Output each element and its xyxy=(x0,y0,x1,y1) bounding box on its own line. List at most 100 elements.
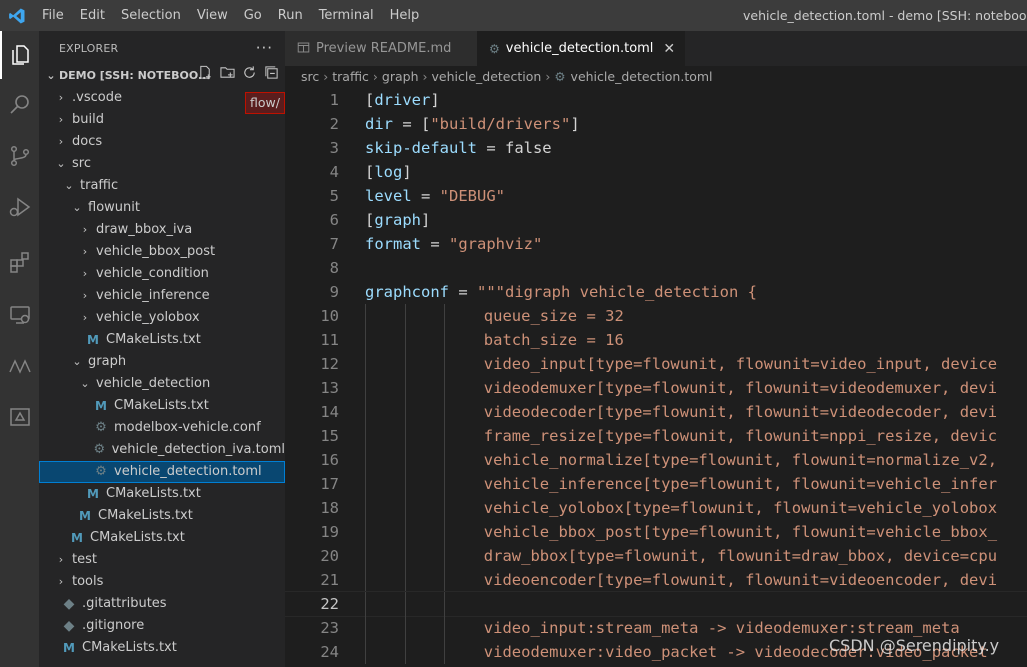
indent-guide xyxy=(444,592,446,616)
menu-terminal[interactable]: Terminal xyxy=(311,0,382,31)
tree-file[interactable]: M CMakeLists.txt xyxy=(39,329,285,351)
code-line[interactable]: 16 vehicle_normalize[type=flowunit, flowu… xyxy=(285,448,1027,472)
indent-guide xyxy=(444,640,446,664)
tree-file[interactable]: M CMakeLists.txt xyxy=(39,395,285,417)
tree-folder[interactable]: › draw_bbox_iva xyxy=(39,219,285,241)
tree-folder[interactable]: ⌄ graph xyxy=(39,351,285,373)
more-actions-icon[interactable]: ··· xyxy=(256,39,273,57)
gear-icon: ⚙ xyxy=(554,69,566,84)
explorer-icon[interactable] xyxy=(0,31,39,79)
tree-file[interactable]: ◆ .gitattributes xyxy=(39,593,285,615)
tree-file[interactable]: ⚙ vehicle_detection.toml xyxy=(39,461,285,483)
new-file-icon[interactable] xyxy=(198,65,213,88)
code-line[interactable]: 8 xyxy=(285,256,1027,280)
tree-item-label: CMakeLists.txt xyxy=(114,398,209,413)
code-token: = xyxy=(411,187,440,205)
code-line[interactable]: 19 vehicle_bbox_post[type=flowunit, flowu… xyxy=(285,520,1027,544)
chevron-right-icon: › xyxy=(82,245,88,258)
menu-go[interactable]: Go xyxy=(236,0,270,31)
tree-folder[interactable]: ⌄ flowunit xyxy=(39,197,285,219)
explorer-title: EXPLORER xyxy=(59,41,119,55)
indent-guide xyxy=(444,304,446,328)
refresh-icon[interactable] xyxy=(242,65,257,88)
menu-edit[interactable]: Edit xyxy=(72,0,113,31)
search-icon[interactable] xyxy=(0,81,39,129)
code-line[interactable]: 10 queue_size = 32 xyxy=(285,304,1027,328)
chevron-right-icon: › xyxy=(82,289,88,302)
code-line[interactable]: 11 batch_size = 16 xyxy=(285,328,1027,352)
tree-folder[interactable]: ⌄ vehicle_detection xyxy=(39,373,285,395)
menu-file[interactable]: File xyxy=(34,0,72,31)
breadcrumb-item[interactable]: vehicle_detection xyxy=(432,69,542,84)
code-line[interactable]: 14 videodecoder[type=flowunit, flowunit=v… xyxy=(285,400,1027,424)
tab-label: Preview README.md xyxy=(316,41,452,56)
tab-preview-readme[interactable]: Preview README.md xyxy=(285,31,477,66)
run-debug-icon[interactable] xyxy=(0,183,39,231)
source-control-icon[interactable] xyxy=(0,132,39,180)
menu-view[interactable]: View xyxy=(189,0,236,31)
breadcrumb-item[interactable]: vehicle_detection.toml xyxy=(571,69,713,84)
extensions-icon[interactable] xyxy=(0,238,39,286)
code-line[interactable]: 17 vehicle_inference[type=flowunit, flowu… xyxy=(285,472,1027,496)
code-token: = xyxy=(449,283,477,301)
menu-help[interactable]: Help xyxy=(382,0,428,31)
close-icon[interactable]: ✕ xyxy=(663,41,675,57)
line-number: 2 xyxy=(329,115,339,133)
menu-selection[interactable]: Selection xyxy=(113,0,189,31)
tree-folder[interactable]: › tools xyxy=(39,571,285,593)
tree-folder[interactable]: › vehicle_yolobox xyxy=(39,307,285,329)
collapse-all-icon[interactable] xyxy=(264,65,279,88)
code-text: video_input[type=flowunit, flowunit=vide… xyxy=(484,352,997,376)
tree-item-label: vehicle_condition xyxy=(96,266,209,281)
tree-folder[interactable]: ⌄ traffic xyxy=(39,175,285,197)
code-text: format = "graphviz" xyxy=(365,232,542,256)
code-line[interactable]: 6 [graph] xyxy=(285,208,1027,232)
chevron-right-icon: › xyxy=(82,311,88,324)
remote-explorer-icon[interactable] xyxy=(0,291,39,339)
workspace-section-header[interactable]: ⌄ DEMO [SSH: NOTEBOO... xyxy=(39,65,285,87)
code-token: [ xyxy=(365,91,375,109)
tree-folder[interactable]: › vehicle_condition xyxy=(39,263,285,285)
breadcrumb-item[interactable]: src xyxy=(301,69,319,84)
code-line[interactable]: 13 videodemuxer[type=flowunit, flowunit=v… xyxy=(285,376,1027,400)
new-folder-icon[interactable] xyxy=(220,65,235,88)
code-line[interactable]: 1 [driver] xyxy=(285,88,1027,112)
menu-run[interactable]: Run xyxy=(270,0,311,31)
tab-vehicle-detection-toml[interactable]: ⚙ vehicle_detection.toml ✕ xyxy=(477,31,686,66)
tree-folder[interactable]: › docs xyxy=(39,131,285,153)
modelbox-icon[interactable] xyxy=(0,342,39,390)
tree-file[interactable]: M CMakeLists.txt xyxy=(39,483,285,505)
code-token: graphconf xyxy=(365,283,449,301)
code-line[interactable]: 15 frame_resize[type=flowunit, flowunit=n… xyxy=(285,424,1027,448)
indent-guide xyxy=(365,448,366,472)
code-line[interactable]: 20 draw_bbox[type=flowunit, flowunit=draw… xyxy=(285,544,1027,568)
breadcrumb-item[interactable]: graph xyxy=(382,69,419,84)
title-bar: File Edit Selection View Go Run Terminal Help v… xyxy=(0,0,1027,31)
code-line[interactable]: 18 vehicle_yolobox[type=flowunit, flowuni… xyxy=(285,496,1027,520)
code-line[interactable]: 4 [log] xyxy=(285,160,1027,184)
code-line[interactable]: 21 videoencoder[type=flowunit, flowunit=v… xyxy=(285,568,1027,592)
breadcrumb-item[interactable]: traffic xyxy=(332,69,369,84)
code-editor[interactable]: 1 [driver] 2 dir = ["build/drivers"] 3 skip-d… xyxy=(285,88,1027,667)
panel-icon[interactable] xyxy=(0,393,39,441)
tree-file[interactable]: ◆ .gitignore xyxy=(39,615,285,637)
code-line[interactable]: 3 skip-default = false xyxy=(285,136,1027,160)
tree-file[interactable]: ⚙ modelbox-vehicle.conf xyxy=(39,417,285,439)
tree-file[interactable]: M CMakeLists.txt xyxy=(39,527,285,549)
code-line[interactable]: 7 format = "graphviz" xyxy=(285,232,1027,256)
code-line[interactable]: 22 xyxy=(285,591,1027,617)
tree-file[interactable]: M CMakeLists.txt xyxy=(39,505,285,527)
tree-file[interactable]: M CMakeLists.txt xyxy=(39,637,285,659)
code-line[interactable]: 2 dir = ["build/drivers"] xyxy=(285,112,1027,136)
code-line[interactable]: 5 level = "DEBUG" xyxy=(285,184,1027,208)
tree-folder[interactable]: › vehicle_inference xyxy=(39,285,285,307)
tree-folder[interactable]: › vehicle_bbox_post xyxy=(39,241,285,263)
tree-folder[interactable]: › test xyxy=(39,549,285,571)
line-number: 22 xyxy=(320,595,339,613)
tree-file[interactable]: ⚙ vehicle_detection_iva.toml xyxy=(39,439,285,461)
line-number: 16 xyxy=(320,451,339,469)
code-line[interactable]: 9 graphconf = """digraph vehicle_detectio… xyxy=(285,280,1027,304)
code-token: level xyxy=(365,187,412,205)
tree-folder[interactable]: ⌄ src xyxy=(39,153,285,175)
code-line[interactable]: 12 video_input[type=flowunit, flowunit=vi… xyxy=(285,352,1027,376)
